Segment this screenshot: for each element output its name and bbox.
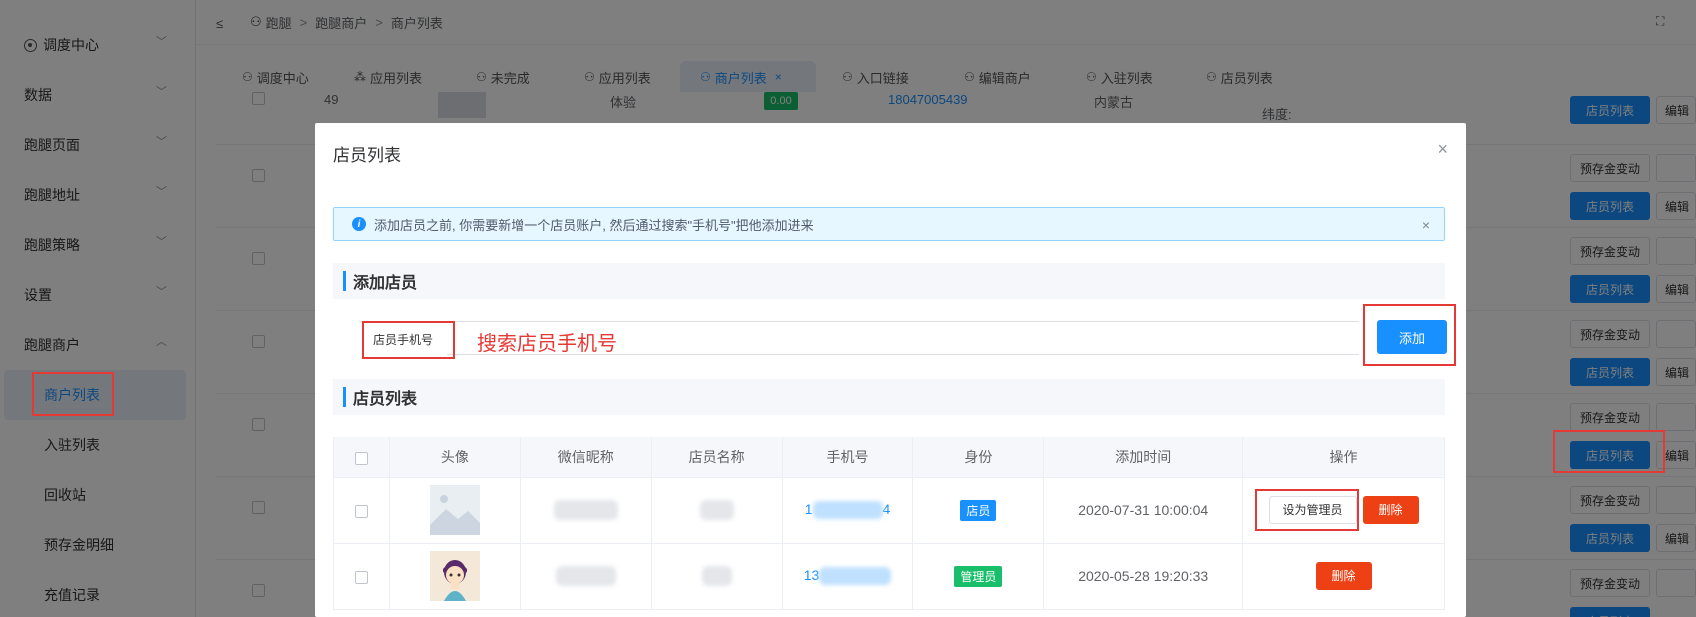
role-badge: 店员	[960, 499, 997, 521]
cartoon-avatar-icon	[429, 551, 480, 601]
phone-prefix[interactable]: 13	[804, 567, 820, 583]
info-alert: i 添加店员之前, 你需要新增一个店员账户, 然后通过搜索"手机号"把他添加进来…	[333, 207, 1445, 241]
avatar	[429, 551, 480, 601]
phone-cell: 14	[782, 477, 914, 544]
role-cell: 店员	[912, 477, 1045, 544]
role-badge: 管理员	[954, 565, 1003, 587]
avatar	[429, 485, 480, 535]
actions-cell: 设为管理员 删除	[1242, 477, 1445, 544]
close-icon[interactable]: ×	[1437, 139, 1448, 160]
table-row: 13 管理员 2020-05-28 19:20:33 删除	[333, 543, 1445, 610]
staff-name-cell	[651, 477, 783, 544]
image-placeholder-icon	[429, 485, 480, 535]
section-staff-list: 店员列表	[333, 379, 1445, 415]
set-admin-button[interactable]: 设为管理员	[1268, 496, 1357, 524]
modal-title: 店员列表	[333, 146, 401, 165]
section-title: 店员列表	[353, 391, 418, 408]
section-title: 添加店员	[353, 275, 418, 292]
col-staff-name: 店员名称	[651, 437, 783, 478]
redacted-phone	[812, 501, 883, 520]
redacted-phone	[819, 567, 892, 586]
wechat-nickname-cell	[520, 477, 652, 544]
section-add-staff: 添加店员	[333, 263, 1445, 299]
table-header: 头像 微信昵称 店员名称 手机号 身份 添加时间 操作	[333, 437, 1445, 478]
phone-suffix[interactable]: 4	[883, 501, 891, 517]
search-annotation: 搜索店员手机号	[477, 333, 617, 355]
select-all-cell	[333, 437, 390, 478]
staff-table: 头像 微信昵称 店员名称 手机号 身份 添加时间 操作 1 4 店员 2020-…	[333, 437, 1445, 610]
select-all-checkbox[interactable]	[354, 451, 368, 465]
avatar-cell	[389, 477, 521, 544]
delete-button[interactable]: 删除	[1315, 562, 1372, 590]
info-icon: i	[352, 217, 366, 231]
col-actions: 操作	[1242, 437, 1445, 478]
role-cell: 管理员	[912, 543, 1045, 610]
col-added-time: 添加时间	[1043, 437, 1244, 478]
row-checkbox[interactable]	[354, 504, 368, 518]
added-time-cell: 2020-07-31 10:00:04	[1043, 477, 1244, 544]
table-row: 14 店员 2020-07-31 10:00:04 设为管理员 删除	[333, 477, 1445, 544]
redacted-name	[699, 500, 734, 520]
row-select-cell	[333, 477, 390, 544]
col-role: 身份	[912, 437, 1045, 478]
added-time-cell: 2020-05-28 19:20:33	[1043, 543, 1244, 610]
phone-cell: 13	[782, 543, 914, 610]
redacted-nickname	[555, 566, 616, 586]
actions-cell: 删除	[1242, 543, 1445, 610]
avatar-cell	[389, 543, 521, 610]
alert-text: 添加店员之前, 你需要新增一个店员账户, 然后通过搜索"手机号"把他添加进来	[374, 217, 814, 233]
col-wechat-nickname: 微信昵称	[520, 437, 652, 478]
staff-phone-search[interactable]: 店员手机号 搜索店员手机号	[359, 321, 1359, 356]
delete-button[interactable]: 删除	[1362, 496, 1419, 524]
redacted-name	[701, 566, 732, 586]
row-select-cell	[333, 543, 390, 610]
phone-prefix[interactable]: 1	[805, 501, 813, 517]
close-icon[interactable]: ×	[1422, 217, 1430, 233]
wechat-nickname-cell	[520, 543, 652, 610]
row-checkbox[interactable]	[354, 570, 368, 584]
redacted-nickname	[553, 500, 618, 520]
staff-list-modal: 店员列表 × i 添加店员之前, 你需要新增一个店员账户, 然后通过搜索"手机号…	[315, 123, 1466, 617]
search-label: 店员手机号	[359, 322, 447, 356]
col-avatar: 头像	[389, 437, 521, 478]
add-staff-button[interactable]: 添加	[1377, 320, 1447, 354]
staff-name-cell	[651, 543, 783, 610]
col-phone: 手机号	[782, 437, 914, 478]
